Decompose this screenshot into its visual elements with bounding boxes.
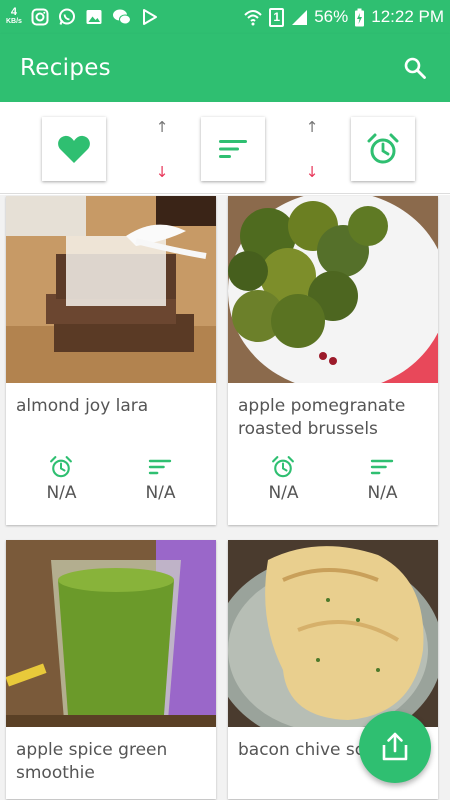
whatsapp-icon [58,8,75,25]
search-icon [404,57,426,79]
recipe-name: almond joy lara [16,396,149,416]
battery-percent: 56% [314,7,349,26]
arrow-up-icon: ↑ [155,118,169,136]
wechat-icon [112,9,131,25]
heart-icon [58,135,90,163]
network-speed: 4 KB/s [6,6,22,26]
alarm-clock-icon [367,133,399,164]
recipe-difficulty-value: N/A [145,483,176,503]
share-button[interactable] [359,711,431,783]
recipe-time: N/A [46,455,77,525]
arrow-down-icon: ↓ [155,163,169,181]
network-speed-value: 4 [10,6,18,18]
recipe-time-value: N/A [268,483,299,503]
recipe-name: apple pomegranate roasted brussels [238,396,406,439]
favorites-order-arrows[interactable]: ↑ ↓ [152,120,172,180]
sort-bar: ↑ ↓ ↑ ↓ [0,102,450,194]
recipe-difficulty-value: N/A [367,483,398,503]
arrow-down-icon: ↓ [305,163,319,181]
clock: 12:22 PM [371,7,444,26]
share-icon [382,732,408,761]
recipe-image [6,196,216,383]
recipe-grid: almond joy lara N/A N/A apple pomegranat… [0,195,450,800]
app-bar: Recipes [0,34,450,102]
sim-badge: 1 [269,7,285,27]
sort-icon [219,140,247,158]
recipe-meta: N/A N/A [6,455,216,525]
recipe-card[interactable]: apple spice green smoothie [6,540,216,799]
recipe-difficulty: N/A [367,455,398,525]
recipe-card[interactable]: apple pomegranate roasted brussels N/A N… [228,196,438,525]
name-sort-button[interactable] [201,117,265,181]
recipe-image [6,540,216,727]
alarm-clock-icon [272,456,295,478]
recipe-image [228,540,438,727]
sort-icon [371,459,394,475]
recipe-name: apple spice green smoothie [16,740,168,783]
recipe-time-value: N/A [46,483,77,503]
battery-charging-icon [355,8,365,26]
recipe-time: N/A [268,455,299,525]
name-order-arrows[interactable]: ↑ ↓ [302,120,322,180]
status-bar: 4 KB/s 1 56% 12:22 PM [0,0,450,34]
recipe-difficulty: N/A [145,455,176,525]
favorites-sort-button[interactable] [42,117,106,181]
page-title: Recipes [20,55,111,81]
arrow-up-icon: ↑ [305,118,319,136]
alarm-clock-icon [50,456,73,478]
play-store-icon [142,9,157,25]
recipe-card[interactable]: almond joy lara N/A N/A [6,196,216,525]
instagram-icon [31,8,49,26]
wifi-icon [244,10,262,26]
sort-icon [149,459,172,475]
network-speed-unit: KB/s [6,18,22,25]
recipe-image [228,196,438,383]
signal-icon [292,10,308,25]
gallery-icon [86,10,102,24]
search-button[interactable] [400,53,430,83]
time-sort-button[interactable] [351,117,415,181]
recipe-meta: N/A N/A [228,455,438,525]
